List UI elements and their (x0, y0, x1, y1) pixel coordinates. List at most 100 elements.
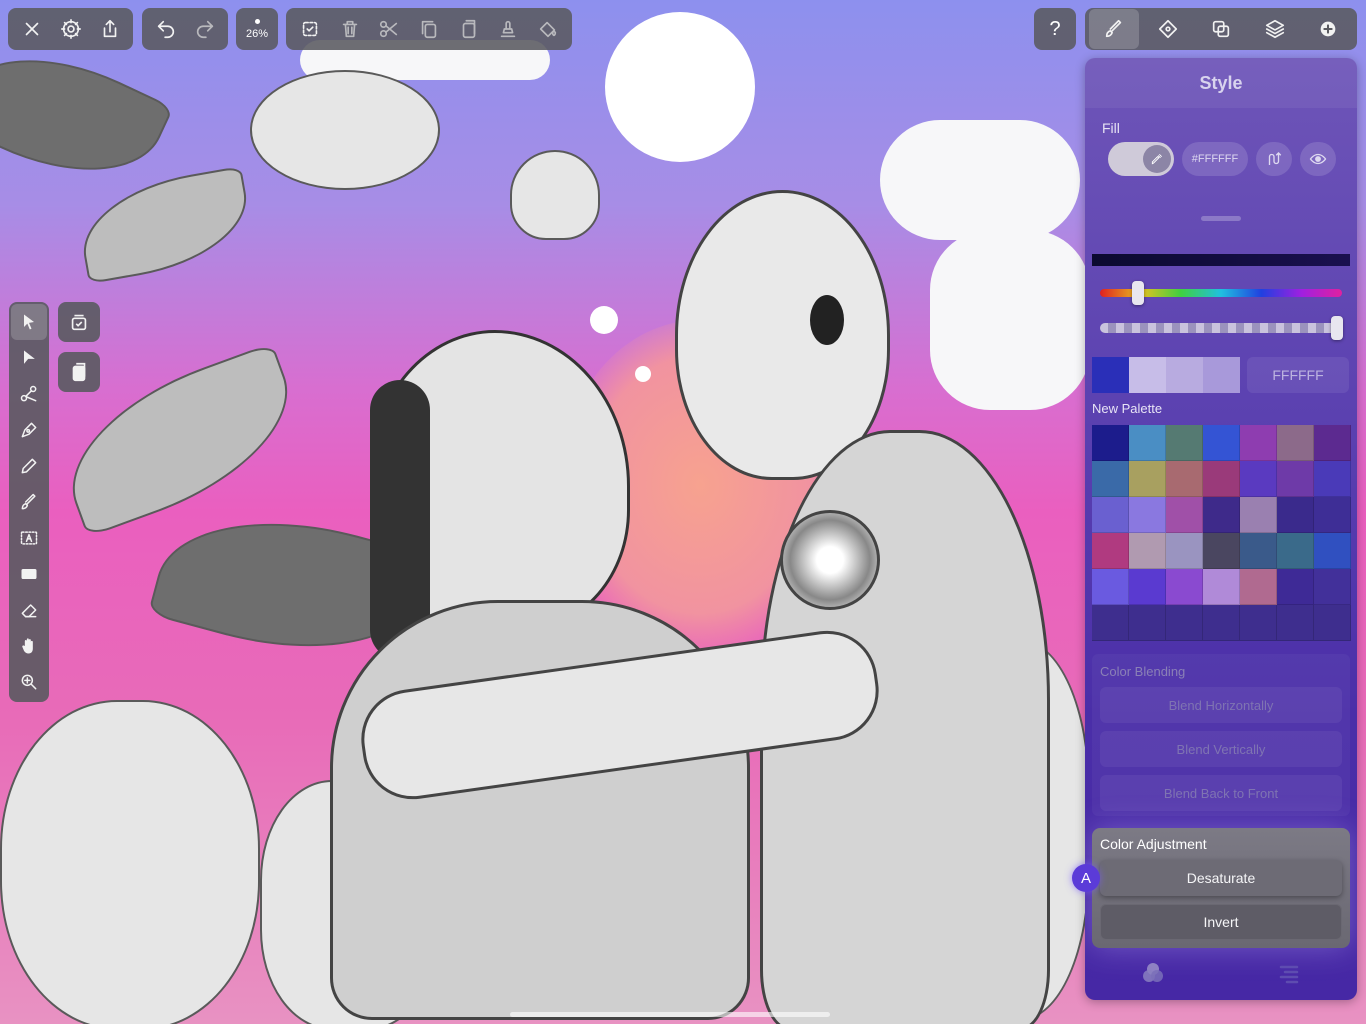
palette-swatch[interactable] (1092, 461, 1129, 497)
palette-swatch[interactable] (1166, 497, 1203, 533)
recent-swatch[interactable] (1129, 357, 1166, 393)
palette-swatch[interactable] (1240, 605, 1277, 641)
hue-slider-thumb[interactable] (1132, 281, 1144, 305)
desaturate-button[interactable]: Desaturate (1100, 860, 1342, 896)
palette-swatch[interactable] (1240, 497, 1277, 533)
palette-swatch[interactable] (1166, 425, 1203, 461)
fill-visibility-button[interactable] (1300, 142, 1336, 176)
brush-tool[interactable] (11, 484, 47, 520)
palette-swatch[interactable] (1092, 569, 1129, 605)
close-button[interactable] (12, 9, 51, 49)
opacity-slider[interactable] (1100, 316, 1343, 340)
palette-swatch[interactable] (1314, 461, 1351, 497)
palette-swatch[interactable] (1129, 533, 1166, 569)
palette-swatch[interactable] (1277, 425, 1314, 461)
selection-tool[interactable] (11, 304, 47, 340)
palette-swatch[interactable] (1314, 605, 1351, 641)
cut-button[interactable] (369, 9, 409, 49)
blend-horizontally-button[interactable]: Blend Horizontally (1100, 687, 1342, 723)
recent-swatch[interactable] (1092, 357, 1129, 393)
palette-swatch[interactable] (1166, 533, 1203, 569)
palette-swatch[interactable] (1314, 497, 1351, 533)
palette-swatch[interactable] (1277, 497, 1314, 533)
palette-swatch[interactable] (1129, 461, 1166, 497)
palette-swatch[interactable] (1166, 605, 1203, 641)
shape-tool[interactable] (11, 556, 47, 592)
style-panel-title: Style (1085, 58, 1357, 108)
palette-swatch[interactable] (1203, 569, 1240, 605)
palette-swatch[interactable] (1277, 605, 1314, 641)
palette-swatch[interactable] (1092, 605, 1129, 641)
paste-button[interactable] (449, 9, 489, 49)
delete-button[interactable] (330, 9, 370, 49)
copy-button[interactable] (409, 9, 449, 49)
palette-swatch[interactable] (1314, 533, 1351, 569)
hand-tool[interactable] (11, 628, 47, 664)
select-all-button[interactable] (290, 9, 330, 49)
palette-swatch[interactable] (1203, 533, 1240, 569)
palette-swatch[interactable] (1203, 425, 1240, 461)
pencil-tool[interactable] (11, 448, 47, 484)
palette-swatch[interactable] (1166, 461, 1203, 497)
layers-tab-button[interactable] (1250, 9, 1300, 49)
panel-grabber[interactable] (1201, 216, 1241, 221)
palette-swatch[interactable] (1203, 461, 1240, 497)
fill-hex-value[interactable]: #FFFFFF (1182, 142, 1248, 176)
palette-swatch[interactable] (1240, 425, 1277, 461)
fill-path-button[interactable] (1256, 142, 1292, 176)
text-tool[interactable] (11, 520, 47, 556)
palette-swatch[interactable] (1129, 605, 1166, 641)
palette-swatch[interactable] (1240, 461, 1277, 497)
blend-vertically-button[interactable]: Blend Vertically (1100, 731, 1342, 767)
paste-in-place-button[interactable] (58, 352, 100, 392)
style-tab-button[interactable] (1089, 9, 1139, 49)
node-tab-button[interactable] (1143, 9, 1193, 49)
palette-swatch[interactable] (1129, 497, 1166, 533)
node-selection-tool[interactable] (11, 340, 47, 376)
fill-toggle[interactable] (1108, 142, 1174, 176)
blend-back-to-front-button[interactable]: Blend Back to Front (1100, 775, 1342, 811)
palette-swatch[interactable] (1092, 497, 1129, 533)
align-options-button[interactable] (1275, 959, 1303, 992)
diamond-node-icon (1158, 19, 1177, 39)
opacity-slider-thumb[interactable] (1331, 316, 1343, 340)
recent-swatch[interactable] (1166, 357, 1203, 393)
hex-input[interactable]: FFFFFF (1247, 357, 1349, 393)
undo-button[interactable] (146, 9, 185, 49)
settings-button[interactable] (51, 9, 90, 49)
palette-swatch[interactable] (1314, 425, 1351, 461)
palette-swatch[interactable] (1277, 461, 1314, 497)
hue-slider[interactable] (1100, 281, 1342, 305)
palette-swatch[interactable] (1277, 533, 1314, 569)
palette-swatch[interactable] (1092, 425, 1129, 461)
duplicate-style-button[interactable] (489, 9, 529, 49)
palette-swatch[interactable] (1203, 605, 1240, 641)
art-chrysanthemum (0, 700, 260, 1024)
scissors-tool[interactable] (11, 376, 47, 412)
pen-tool[interactable] (11, 412, 47, 448)
help-button[interactable]: ? (1034, 8, 1076, 50)
palette-swatch[interactable] (1129, 569, 1166, 605)
recent-swatch[interactable] (1203, 357, 1240, 393)
palette-swatch[interactable] (1277, 569, 1314, 605)
redo-button[interactable] (185, 9, 224, 49)
palette-swatch[interactable] (1240, 533, 1277, 569)
palette-swatch[interactable] (1166, 569, 1203, 605)
boolean-tab-button[interactable] (1196, 9, 1246, 49)
select-same-button[interactable] (58, 302, 100, 342)
share-button[interactable] (90, 9, 129, 49)
palette-swatch[interactable] (1203, 497, 1240, 533)
palette-swatch[interactable] (1129, 425, 1166, 461)
palette-swatch[interactable] (1092, 533, 1129, 569)
add-tab-button[interactable] (1303, 9, 1353, 49)
color-mode-button[interactable] (1139, 959, 1167, 992)
palette-swatch[interactable] (1240, 569, 1277, 605)
eyedropper-knob[interactable] (1143, 145, 1171, 173)
eraser-tool[interactable] (11, 592, 47, 628)
palette-swatch[interactable] (1314, 569, 1351, 605)
fill-bucket-button[interactable] (528, 9, 568, 49)
zoom-indicator[interactable]: 26% (236, 8, 278, 50)
zoom-tool[interactable] (11, 664, 47, 700)
invert-button[interactable]: Invert (1100, 904, 1342, 940)
gradient-preview-bar[interactable] (1092, 254, 1350, 266)
